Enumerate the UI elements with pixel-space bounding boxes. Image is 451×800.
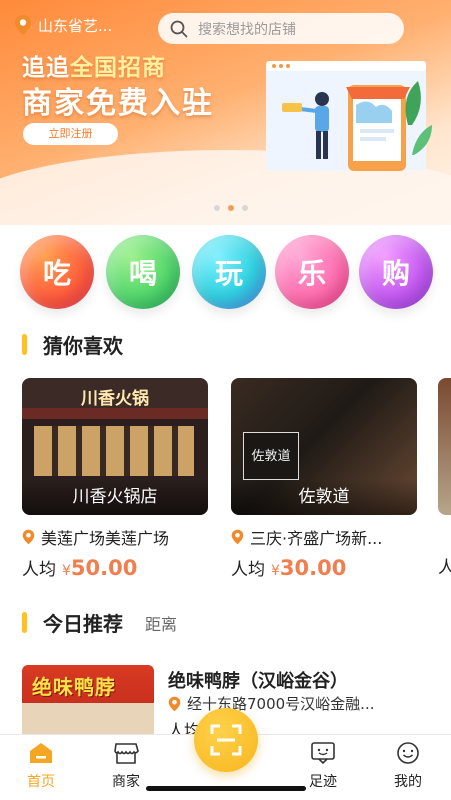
location-label: 山东省艺... [38,16,113,35]
store-card[interactable]: 人 [438,378,451,578]
section-title: 猜你喜欢 [43,334,123,358]
section-title: 今日推荐 [43,612,123,636]
store-address-text: 美莲广场美莲广场 [41,529,170,548]
search-input[interactable]: 搜索想找的店铺 [158,13,404,44]
store-caption: 佐敦道 [231,479,417,515]
category-fun[interactable]: 乐 [275,235,349,309]
pagination-dot [242,205,248,211]
store-price: 人 [438,558,451,578]
store-card[interactable]: 佐敦道 佐敦道 三庆·齐盛广场新... 人均 ¥30.00 [231,378,417,580]
recommend-thumb: 绝味鸭脖 [22,665,154,740]
recommend-address: 经十东路7000号汉峪金融... [168,693,438,714]
category-shop[interactable]: 购 [359,235,433,309]
store-price: 人均 ¥50.00 [22,555,208,580]
store-address [438,525,451,547]
store-image: 川香火锅 川香火锅店 [22,378,208,515]
price-label: 人均 [231,560,265,580]
store-card[interactable]: 川香火锅 川香火锅店 美莲广场美莲广场 人均 ¥50.00 [22,378,208,580]
section-guess: 猜你喜欢 [22,330,123,359]
category-row: 吃 喝 玩 乐 购 [0,235,451,320]
promo-banner[interactable]: 山东省艺... 搜索想找的店铺 追追全国招商 商家免费入驻 立即注册 [0,0,451,225]
price-value: 30.00 [279,556,347,580]
store-address: 三庆·齐盛广场新... [231,525,421,549]
store-sign: 佐敦道 [243,432,299,480]
store-address: 美莲广场美莲广场 [22,525,212,549]
nav-profile[interactable]: 我的 [373,735,443,795]
price-label: 人均 [22,560,56,580]
scan-button[interactable] [194,708,258,772]
home-indicator [146,786,306,791]
location-selector[interactable]: 山东省艺... [14,14,112,36]
nav-label: 我的 [394,774,422,790]
section-today: 今日推荐 距离 [22,608,177,637]
banner-headline-1: 追追全国招商 [22,55,166,81]
price-currency: ¥ [271,563,280,579]
shop-icon [114,743,139,764]
nav-label: 首页 [27,774,55,790]
price-currency: ¥ [62,563,71,579]
category-play[interactable]: 玩 [192,235,266,309]
footprint-icon [311,742,335,765]
store-price: 人均 ¥30.00 [231,555,417,580]
section-bar [22,612,27,633]
scan-icon [210,724,242,756]
pagination-dot [214,205,220,211]
home-icon [30,743,52,763]
location-pin-icon [15,15,31,35]
location-pin-icon [22,529,35,545]
banner-headline-2: 商家免费入驻 [22,86,214,121]
location-pin-icon [168,696,181,711]
search-icon [170,20,188,37]
profile-icon [397,742,419,764]
store-image: 佐敦道 佐敦道 [231,378,417,515]
pagination-dot-active [228,205,234,211]
register-button[interactable]: 立即注册 [23,123,118,145]
category-drink[interactable]: 喝 [106,235,180,309]
store-address-text: 三庆·齐盛广场新... [250,529,383,548]
category-eat[interactable]: 吃 [20,235,94,309]
sort-distance[interactable]: 距离 [145,611,177,635]
section-bar [22,334,27,355]
nav-home[interactable]: 首页 [6,735,76,795]
location-pin-icon [231,529,244,545]
store-sign: 川香火锅 [81,389,149,409]
merchant-illustration [266,61,432,171]
banner-pagination [214,205,248,211]
store-caption: 川香火锅店 [22,479,208,515]
store-image [438,378,451,515]
search-placeholder: 搜索想找的店铺 [198,21,296,38]
store-windows [34,426,194,476]
thumb-sign: 绝味鸭脖 [32,675,116,699]
recommend-name: 绝味鸭脖（汉峪金谷） [168,671,348,692]
price-value: 50.00 [70,556,138,580]
